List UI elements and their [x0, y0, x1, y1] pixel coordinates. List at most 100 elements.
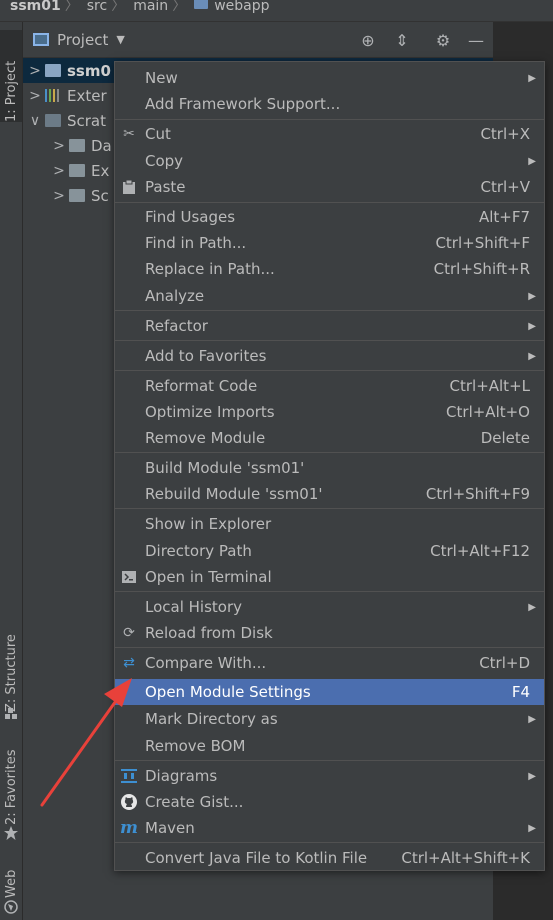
- breadcrumb-item-main[interactable]: main: [133, 0, 168, 13]
- breadcrumb: ssm01 〉 src 〉 main 〉 webapp: [0, 0, 553, 22]
- menu-item-shortcut: Delete: [480, 429, 530, 447]
- menu-item-paste[interactable]: Paste Ctrl+V: [115, 174, 544, 200]
- folder-icon: [69, 139, 85, 152]
- menu-item-copy[interactable]: Copy ▶: [115, 148, 544, 174]
- menu-item-label: Remove BOM: [145, 737, 246, 755]
- menu-separator: [115, 119, 544, 120]
- menu-item-refactor[interactable]: Refactor ▶: [115, 313, 544, 339]
- menu-item-remove-bom[interactable]: Remove BOM: [115, 733, 544, 759]
- menu-item-cut[interactable]: ✂ Cut Ctrl+X: [115, 121, 544, 147]
- menu-item-optimize-imports[interactable]: Optimize Imports Ctrl+Alt+O: [115, 399, 544, 425]
- breadcrumb-separator: 〉: [111, 0, 126, 14]
- tree-item-label: Scrat: [67, 111, 107, 130]
- tab-structure-label: Z: Structure: [3, 634, 19, 712]
- menu-item-shortcut: Ctrl+Alt+F12: [430, 542, 530, 560]
- chevron-right-icon[interactable]: >: [49, 138, 69, 154]
- menu-item-maven[interactable]: m Maven ▶: [115, 815, 544, 841]
- menu-item-convert-to-kotlin[interactable]: Convert Java File to Kotlin File Ctrl+Al…: [115, 845, 544, 871]
- menu-item-label: New: [145, 69, 178, 87]
- menu-separator: [115, 370, 544, 371]
- menu-item-directory-path[interactable]: Directory Path Ctrl+Alt+F12: [115, 538, 544, 564]
- menu-item-label: Reload from Disk: [145, 624, 273, 642]
- reload-icon: ⟳: [123, 625, 135, 641]
- menu-item-find-usages[interactable]: Find Usages Alt+F7: [115, 204, 544, 230]
- menu-item-reload-from-disk[interactable]: ⟳ Reload from Disk: [115, 620, 544, 646]
- menu-item-diagrams[interactable]: Diagrams ▶: [115, 763, 544, 789]
- menu-separator: [115, 310, 544, 311]
- menu-item-label: Replace in Path...: [145, 260, 275, 278]
- chevron-right-icon[interactable]: >: [25, 63, 45, 79]
- menu-item-label: Reformat Code: [145, 377, 258, 395]
- submenu-arrow-icon: ▶: [528, 350, 536, 362]
- menu-item-show-in-explorer[interactable]: Show in Explorer: [115, 511, 544, 537]
- menu-item-shortcut: Ctrl+Shift+F9: [425, 485, 530, 503]
- menu-item-find-in-path[interactable]: Find in Path... Ctrl+Shift+F: [115, 230, 544, 256]
- folder-icon: [69, 189, 85, 202]
- menu-item-label: Optimize Imports: [145, 403, 275, 421]
- menu-item-shortcut: Ctrl+Alt+Shift+K: [401, 849, 530, 867]
- breadcrumb-item-ssm01[interactable]: ssm01: [10, 0, 61, 13]
- compare-icon: ⇄: [123, 655, 135, 671]
- menu-item-shortcut: Alt+F7: [478, 208, 530, 226]
- submenu-arrow-icon: ▶: [528, 155, 536, 167]
- menu-item-remove-module[interactable]: Remove Module Delete: [115, 425, 544, 451]
- tab-structure[interactable]: Z: Structure: [0, 622, 22, 712]
- project-view-icon: [33, 33, 49, 46]
- menu-item-label: Build Module 'ssm01': [145, 459, 305, 477]
- menu-item-build-module[interactable]: Build Module 'ssm01': [115, 455, 544, 481]
- menu-item-local-history[interactable]: Local History ▶: [115, 594, 544, 620]
- terminal-icon: [121, 569, 137, 585]
- tool-window-strip: 1: Project Z: Structure 2: Favorites Web: [0, 22, 23, 920]
- menu-item-label: Find in Path...: [145, 234, 247, 252]
- project-panel-header: Project ▼ ⊕ ⇕ ⚙ —: [23, 22, 493, 58]
- breadcrumb-item-src[interactable]: src: [87, 0, 107, 13]
- menu-item-analyze[interactable]: Analyze ▶: [115, 283, 544, 309]
- breadcrumb-item-webapp[interactable]: webapp: [214, 0, 269, 13]
- gear-icon[interactable]: ⚙: [433, 30, 453, 50]
- folder-icon: [69, 164, 85, 177]
- menu-item-replace-in-path[interactable]: Replace in Path... Ctrl+Shift+R: [115, 256, 544, 282]
- chevron-right-icon[interactable]: >: [49, 163, 69, 179]
- chevron-right-icon[interactable]: >: [49, 188, 69, 204]
- chevron-right-icon[interactable]: >: [25, 88, 45, 104]
- tab-web-label: Web: [3, 869, 19, 898]
- breadcrumb-separator: 〉: [172, 0, 187, 14]
- menu-item-shortcut: Ctrl+Shift+F: [435, 234, 530, 252]
- menu-item-mark-directory-as[interactable]: Mark Directory as ▶: [115, 706, 544, 732]
- breadcrumb-separator: 〉: [64, 0, 79, 14]
- chevron-down-icon[interactable]: ▼: [116, 33, 124, 46]
- collapse-all-icon[interactable]: ⇕: [392, 30, 412, 50]
- tree-item-label: Sc: [91, 186, 109, 205]
- menu-item-label: Diagrams: [145, 767, 218, 785]
- menu-item-label: Find Usages: [145, 208, 236, 226]
- menu-item-label: Directory Path: [145, 542, 252, 560]
- tab-web[interactable]: Web: [0, 864, 22, 898]
- menu-item-label: Maven: [145, 819, 195, 837]
- tab-favorites-label: 2: Favorites: [3, 749, 19, 825]
- chevron-down-icon[interactable]: ∨: [25, 113, 45, 129]
- menu-item-create-gist[interactable]: Create Gist...: [115, 789, 544, 815]
- menu-item-label: Convert Java File to Kotlin File: [145, 849, 368, 867]
- project-view-selector[interactable]: Project: [57, 31, 108, 49]
- menu-item-add-framework-support[interactable]: Add Framework Support...: [115, 91, 544, 117]
- menu-item-shortcut: Ctrl+V: [480, 178, 530, 196]
- menu-item-label: Copy: [145, 152, 184, 170]
- hide-panel-icon[interactable]: —: [466, 30, 486, 50]
- menu-item-label: Show in Explorer: [145, 515, 272, 533]
- menu-item-add-to-favorites[interactable]: Add to Favorites ▶: [115, 343, 544, 369]
- locate-target-icon[interactable]: ⊕: [358, 30, 378, 50]
- menu-item-shortcut: Ctrl+D: [479, 654, 530, 672]
- menu-item-rebuild-module[interactable]: Rebuild Module 'ssm01' Ctrl+Shift+F9: [115, 481, 544, 507]
- menu-item-compare-with[interactable]: ⇄ Compare With... Ctrl+D: [115, 650, 544, 676]
- menu-item-open-in-terminal[interactable]: Open in Terminal: [115, 564, 544, 590]
- menu-item-open-module-settings[interactable]: Open Module Settings F4: [115, 679, 544, 705]
- menu-separator: [115, 340, 544, 341]
- tab-project[interactable]: 1: Project: [0, 30, 22, 122]
- menu-item-reformat-code[interactable]: Reformat Code Ctrl+Alt+L: [115, 373, 544, 399]
- tree-item-label: Exter: [67, 86, 107, 105]
- libraries-icon: [45, 89, 61, 102]
- menu-item-label: Open Module Settings: [145, 683, 311, 701]
- menu-item-shortcut: Ctrl+X: [480, 125, 530, 143]
- menu-item-new[interactable]: New ▶: [115, 65, 544, 91]
- tab-favorites[interactable]: 2: Favorites: [0, 747, 22, 825]
